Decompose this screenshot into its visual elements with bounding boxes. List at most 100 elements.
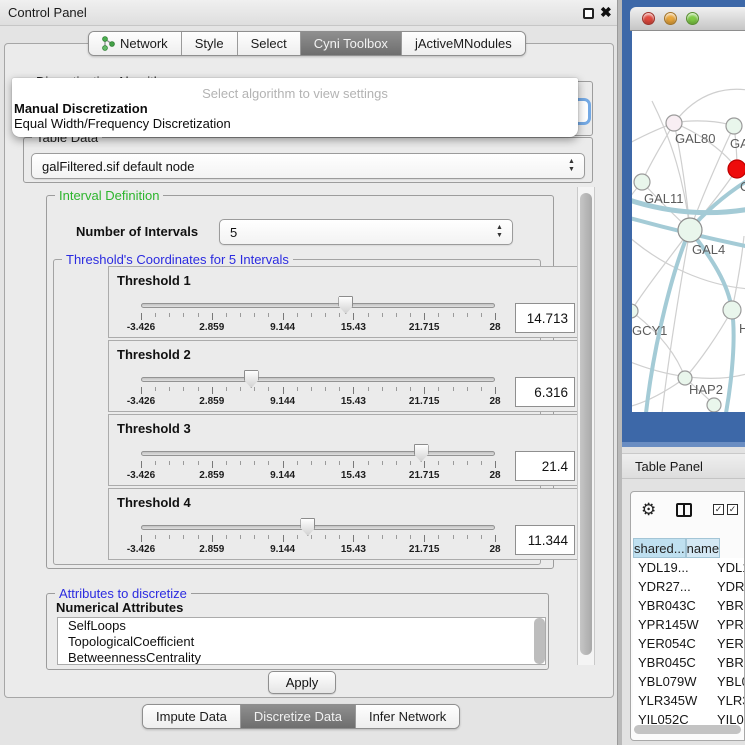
table-cell[interactable]: YPR145W [633,615,709,634]
close-icon[interactable]: ✖ [600,4,612,21]
network-node[interactable] [634,174,650,190]
table-cell[interactable]: YBL0 [709,672,745,691]
table-row[interactable]: YBL079W YBL0 [633,672,745,691]
slider-tick [453,313,454,317]
attributes-list-scrollbar[interactable] [534,618,545,664]
table-row[interactable]: YLR345W YLR3 [633,691,745,710]
table-row[interactable]: YPR145W YPR1 [633,615,745,634]
network-node[interactable] [707,398,721,412]
table-cell[interactable]: YER0 [709,634,745,653]
network-edge[interactable] [685,310,732,378]
slider-tick-label: 9.144 [253,396,313,407]
interval-definition-title: Interval Definition [55,188,163,203]
slider-tick [240,535,241,539]
attribute-list-item[interactable]: BetweennessCentrality [58,650,545,665]
tab[interactable]: Network [89,32,181,55]
tab[interactable]: Infer Network [355,705,459,728]
mac-minimize-button[interactable] [664,12,677,25]
table-cell[interactable]: YBR045C [633,653,709,672]
slider-tick [396,461,397,465]
slider-tick [382,387,383,391]
slider-tick [495,313,496,320]
slider-tick [311,387,312,391]
tab[interactable]: jActiveMNodules [401,32,525,55]
slider-tick [339,535,340,539]
slider-tick [212,461,213,468]
slider-tick [438,461,439,465]
tab[interactable]: Style [181,32,237,55]
table-cell[interactable]: YBR0 [709,653,745,672]
tab[interactable]: Impute Data [143,705,240,728]
slider-handle[interactable] [300,518,315,536]
checkbox-icon[interactable]: ✓ [727,504,738,515]
network-node-label: GAL80 [675,131,715,146]
tab[interactable]: Discretize Data [240,705,355,728]
table-column-header[interactable]: name [686,538,721,558]
slider-track[interactable] [141,451,495,456]
float-window-icon[interactable] [583,8,594,19]
table-cell[interactable]: YLR345W [633,691,709,710]
slider-handle[interactable] [244,370,259,388]
table-cell[interactable]: YDL1 [709,558,745,577]
table-cell[interactable]: YBL079W [633,672,709,691]
network-node[interactable] [666,115,682,131]
network-canvas[interactable]: GAL80GACGAL11GAL4GCY1HHAP2 [632,31,745,412]
slider-tick [283,313,284,320]
slider-tick [268,313,269,317]
attribute-list-item[interactable]: TopologicalCoefficient [58,634,545,650]
horizontal-scrollbar[interactable] [634,725,741,734]
threshold-panel: Threshold 3 -3.4262.8599.14415.4321.7152… [108,414,582,486]
network-node[interactable] [723,301,741,319]
network-edge[interactable] [642,123,674,182]
table-cell[interactable]: YDR27... [633,577,709,596]
scrollbar-thumb[interactable] [580,193,592,655]
table-cell[interactable]: YER054C [633,634,709,653]
slider-track[interactable] [141,303,495,308]
slider-handle[interactable] [338,296,353,314]
slider-tick [254,461,255,465]
mac-zoom-button[interactable] [686,12,699,25]
slider-tick [438,387,439,391]
table-cell[interactable]: YBR043C [633,596,709,615]
table-cell[interactable]: YDL19... [633,558,709,577]
table-row[interactable]: YDR27... YDR2 [633,577,745,596]
table-row[interactable]: YER054C YER0 [633,634,745,653]
tab[interactable]: Cyni Toolbox [300,32,401,55]
slider-track[interactable] [141,377,495,382]
apply-button[interactable]: Apply [268,671,336,694]
slider-tick-label: 15.43 [323,470,383,481]
number-of-intervals-combobox[interactable]: 5 ▲▼ [219,219,513,245]
network-edge[interactable] [632,378,685,407]
table-column-header[interactable]: shared... [633,538,686,558]
thresholds-group-title: Threshold's Coordinates for 5 Intervals [62,252,293,267]
slider-tick [325,387,326,391]
tab[interactable]: Select [237,32,300,55]
slider-tick [268,535,269,539]
slider-track[interactable] [141,525,495,530]
checkbox-icon[interactable]: ✓ [713,504,724,515]
algorithm-option[interactable]: Equal Width/Frequency Discretization [14,116,576,131]
table-row[interactable]: YBR045C YBR0 [633,653,745,672]
vertical-scrollbar[interactable] [577,187,595,665]
attribute-list-item[interactable]: SelfLoops [58,618,545,634]
table-data-combobox[interactable]: galFiltered.sif default node ▲▼ [31,153,585,179]
table-row[interactable]: YDL19... YDL1 [633,558,745,577]
slider-tick [410,313,411,317]
slider-tick [141,461,142,468]
table-cell[interactable]: YPR1 [709,615,745,634]
network-node[interactable] [726,118,742,134]
network-node[interactable] [678,218,702,242]
split-view-icon[interactable] [676,503,692,517]
slider-tick-label: -3.426 [111,544,171,555]
gear-icon[interactable]: ⚙ [641,500,656,520]
table-cell[interactable]: YLR3 [709,691,745,710]
table-cell[interactable]: YBR0 [709,596,745,615]
table-cell[interactable]: YDR2 [709,577,745,596]
network-node-label: H [739,321,745,336]
network-node[interactable] [728,160,745,178]
table-row[interactable]: YBR043C YBR0 [633,596,745,615]
mac-close-button[interactable] [642,12,655,25]
algorithm-option[interactable]: Manual Discretization [14,101,576,116]
slider-handle[interactable] [414,444,429,462]
network-edge[interactable] [674,121,734,126]
